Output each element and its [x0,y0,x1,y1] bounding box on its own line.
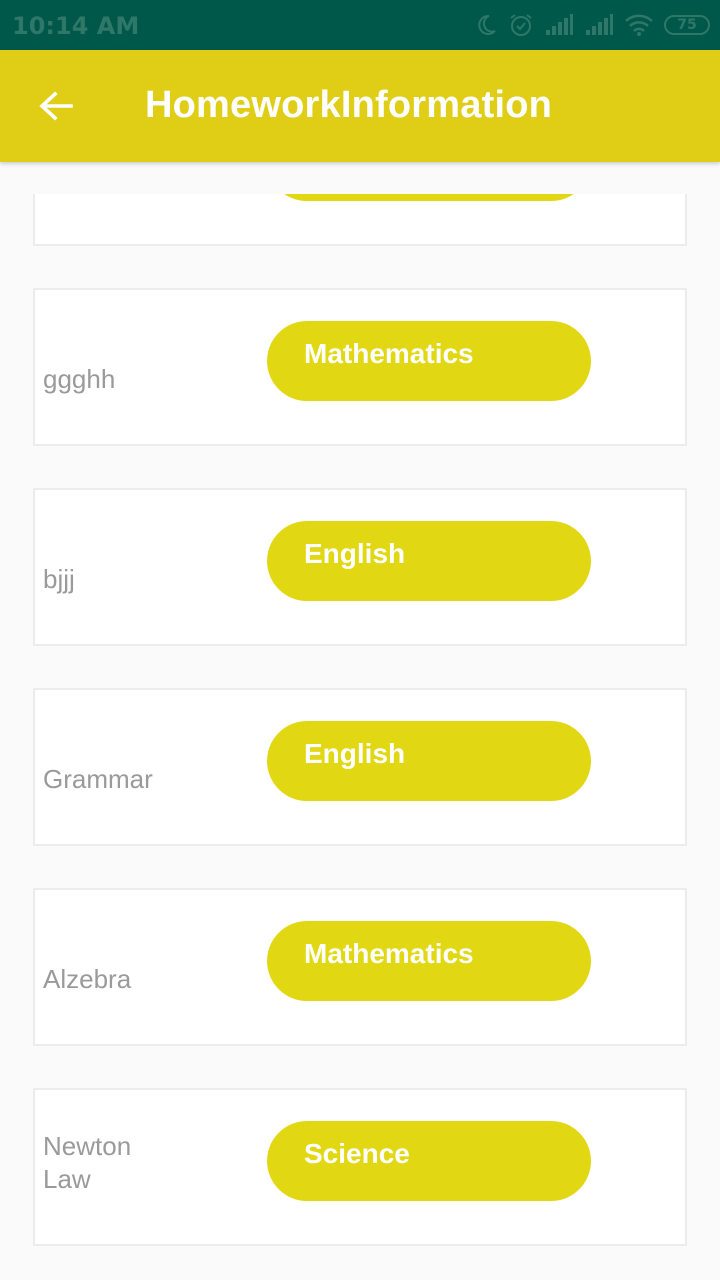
subject-badge[interactable]: Mathematics [267,321,591,401]
moon-icon [474,13,498,37]
alarm-icon [508,12,534,38]
homework-card[interactable]: Alzebra Mathematics [33,888,687,1046]
homework-card[interactable]: gg [33,194,687,246]
status-time: 10:14 AM [12,12,140,40]
homework-title: bjjj [43,564,75,594]
homework-card[interactable]: Newton Law Science [33,1088,687,1246]
arrow-back-icon [39,91,73,121]
subject-label: Mathematics [304,938,474,969]
homework-title: ggghh [43,364,116,394]
subject-label: English [304,738,406,769]
homework-card[interactable]: Grammar English [33,688,687,846]
subject-badge[interactable]: English [267,521,591,601]
homework-list[interactable]: gg ggghh Mathematics bjjj English Gramma… [0,194,720,1280]
subject-badge[interactable]: Science [267,1121,591,1201]
subject-label: English [304,538,406,569]
subject-label: Mathematics [304,338,474,369]
homework-card[interactable]: bjjj English [33,488,687,646]
back-button[interactable] [24,74,88,138]
status-icons: 75 [474,10,710,40]
wifi-icon [624,13,654,37]
homework-card[interactable]: ggghh Mathematics [33,288,687,446]
page-title: HomeworkInformation [145,84,553,126]
subject-badge[interactable]: Mathematics [267,921,591,1001]
subject-badge[interactable] [267,194,591,201]
status-bar: 10:14 AM 75 [0,0,720,50]
battery-icon: 75 [664,15,710,35]
subject-label: Science [304,1138,410,1169]
signal-icon [584,14,614,36]
signal-icon [544,14,574,36]
subject-badge[interactable]: English [267,721,591,801]
app-bar: HomeworkInformation [0,50,720,162]
homework-title: Alzebra [43,964,132,994]
homework-title: Grammar [43,764,153,794]
homework-title: Newton Law [43,1131,132,1194]
homework-title: gg [43,194,183,196]
